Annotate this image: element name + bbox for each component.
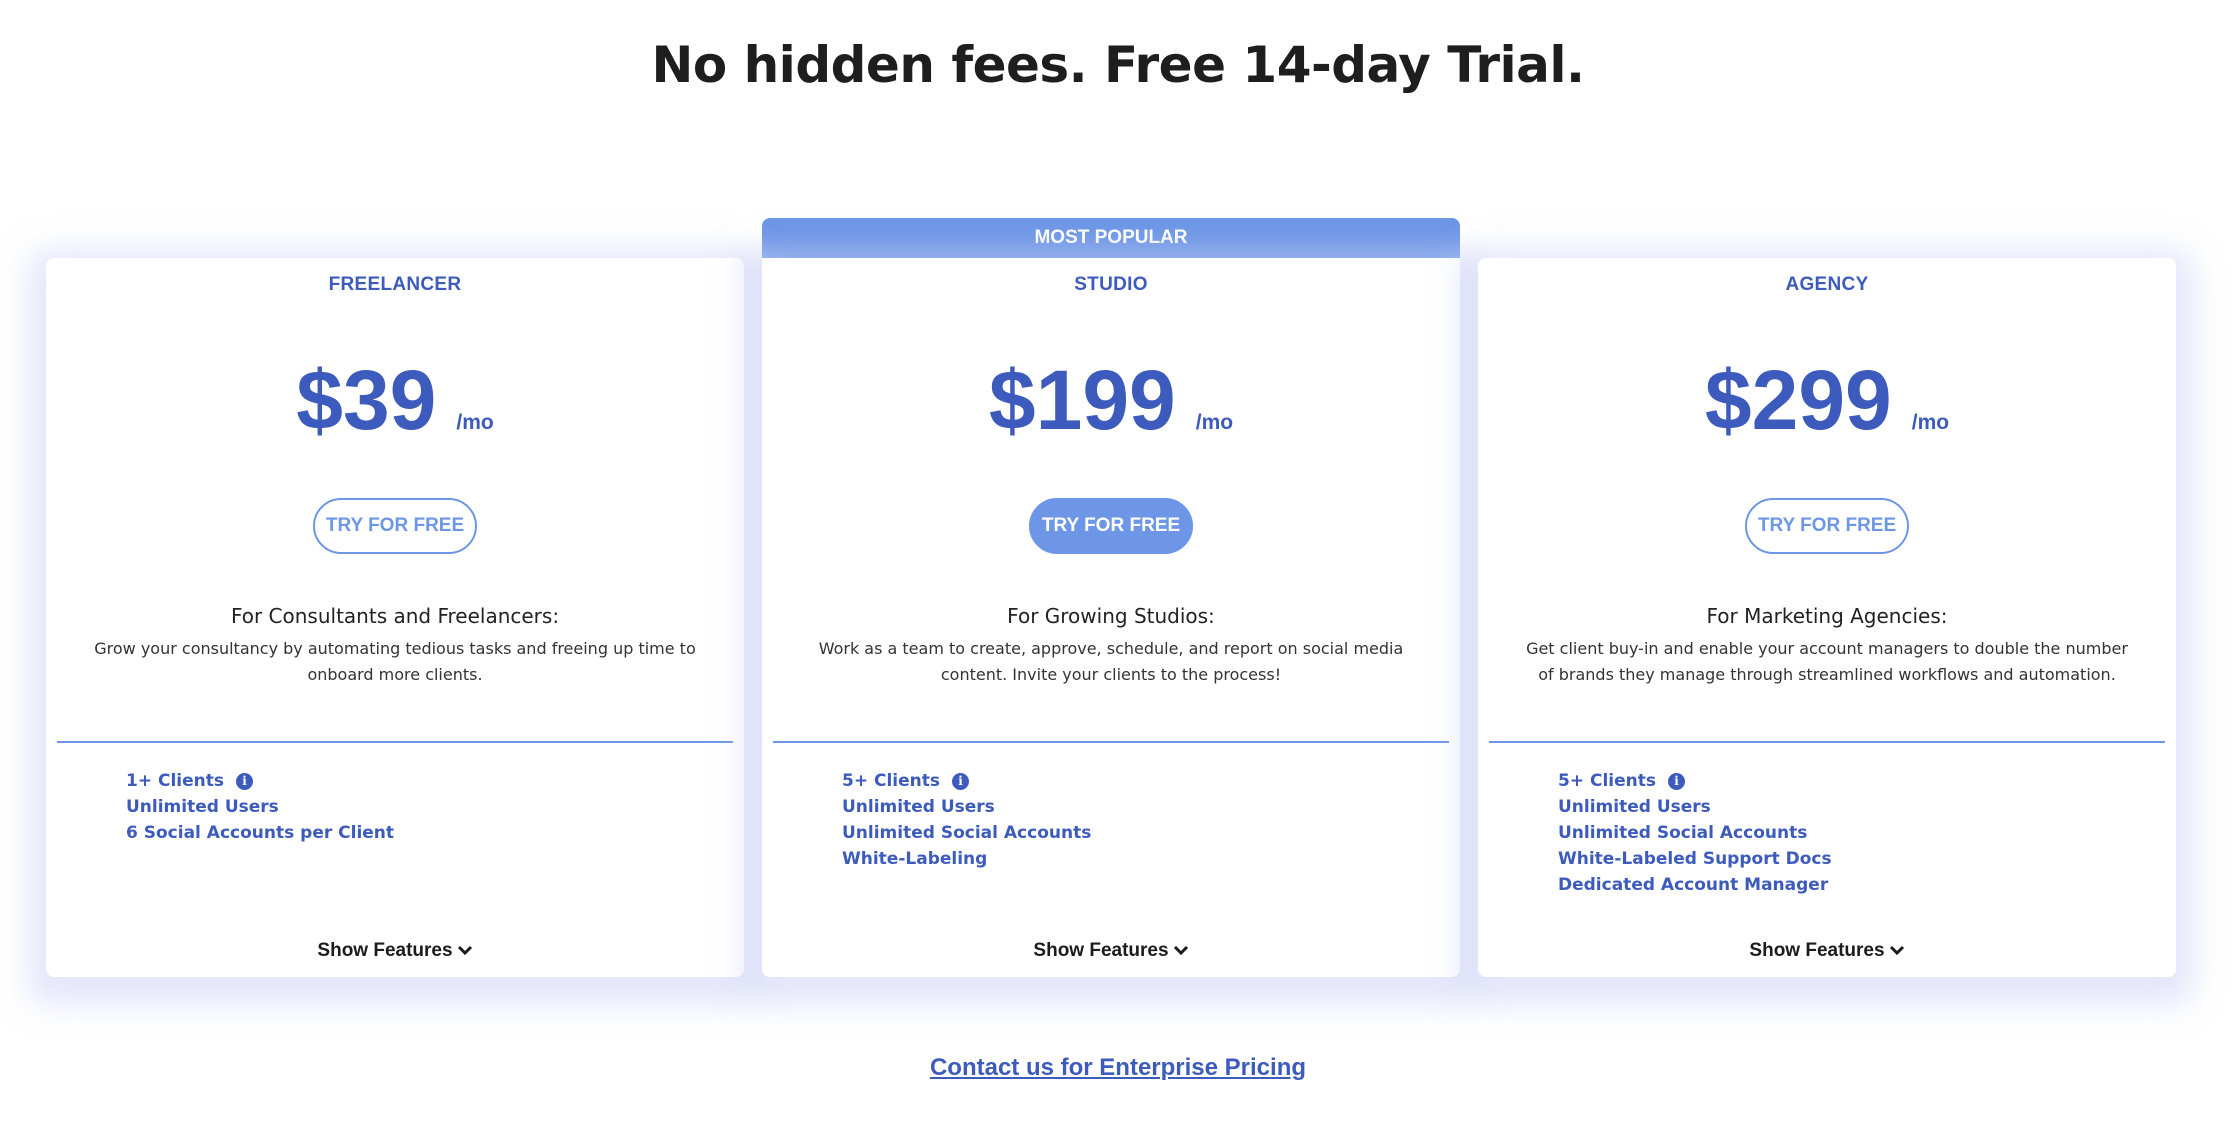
feature-list: 1+ Clients i Unlimited Users 6 Social Acc… xyxy=(126,768,394,846)
chevron-down-icon xyxy=(457,940,473,962)
feature-label: Unlimited Social Accounts xyxy=(1558,823,1808,843)
price-row: $39/mo xyxy=(46,350,744,450)
plan-name: FREELANCER xyxy=(328,274,462,295)
feature-label: Unlimited Users xyxy=(842,797,995,817)
plan-card-agency: AGENCY $299/mo TRY FOR FREE For Marketin… xyxy=(1478,258,2176,977)
show-features-toggle[interactable]: Show Features xyxy=(46,940,744,962)
plan-card-studio: STUDIO $199/mo TRY FOR FREE For Growing … xyxy=(762,258,1460,977)
feature-label: 5+ Clients xyxy=(842,771,940,791)
plan-price: $299 xyxy=(1704,353,1892,447)
divider xyxy=(773,741,1449,743)
enterprise-pricing-link[interactable]: Contact us for Enterprise Pricing xyxy=(930,1054,1306,1081)
feature-item: Unlimited Users xyxy=(1558,794,1832,820)
feature-label: White-Labeling xyxy=(842,849,988,869)
feature-list: 5+ Clients i Unlimited Users Unlimited So… xyxy=(1558,768,1832,898)
show-features-toggle[interactable]: Show Features xyxy=(762,940,1460,962)
page-title: No hidden fees. Free 14-day Trial. xyxy=(651,35,1585,94)
feature-item: 6 Social Accounts per Client xyxy=(126,820,394,846)
try-for-free-button[interactable]: TRY FOR FREE xyxy=(1745,498,1909,554)
divider xyxy=(1489,741,2165,743)
enterprise-contact: Contact us for Enterprise Pricing xyxy=(0,1054,2236,1082)
try-for-free-button[interactable]: TRY FOR FREE xyxy=(1029,498,1193,554)
feature-item: Unlimited Social Accounts xyxy=(842,820,1091,846)
feature-label: 1+ Clients xyxy=(126,771,224,791)
feature-item: White-Labeled Support Docs xyxy=(1558,846,1832,872)
feature-item: White-Labeling xyxy=(842,846,1091,872)
divider xyxy=(57,741,733,743)
feature-label: Unlimited Users xyxy=(1558,797,1711,817)
feature-label: White-Labeled Support Docs xyxy=(1558,849,1832,869)
plan-description-heading: For Consultants and Freelancers: xyxy=(230,604,560,628)
info-circle-icon[interactable]: i xyxy=(952,772,969,790)
show-features-label: Show Features xyxy=(1749,940,1885,962)
plan-price: $199 xyxy=(988,353,1176,447)
feature-list: 5+ Clients i Unlimited Users Unlimited So… xyxy=(842,768,1091,872)
price-period: /mo xyxy=(1195,411,1234,434)
feature-label: Unlimited Social Accounts xyxy=(842,823,1092,843)
plan-description-heading: For Marketing Agencies: xyxy=(1706,604,1948,628)
feature-item: Unlimited Users xyxy=(842,794,1091,820)
feature-label: Dedicated Account Manager xyxy=(1558,875,1829,895)
chevron-down-icon xyxy=(1173,940,1189,962)
feature-label: 6 Social Accounts per Client xyxy=(126,823,395,843)
feature-item: 5+ Clients i xyxy=(842,768,1091,794)
feature-item: Dedicated Account Manager xyxy=(1558,872,1832,898)
show-features-toggle[interactable]: Show Features xyxy=(1478,940,2176,962)
plan-description: Get client buy-in and enable your accoun… xyxy=(1526,639,2128,684)
price-row: $199/mo xyxy=(762,350,1460,450)
feature-item: 1+ Clients i xyxy=(126,768,394,794)
most-popular-banner: MOST POPULAR xyxy=(762,218,1460,258)
info-circle-icon[interactable]: i xyxy=(236,772,253,790)
info-circle-icon[interactable]: i xyxy=(1668,772,1685,790)
plan-description: Grow your consultancy by automating tedi… xyxy=(94,639,696,684)
price-row: $299/mo xyxy=(1478,350,2176,450)
plan-description: Work as a team to create, approve, sched… xyxy=(818,639,1404,684)
plan-card-freelancer: FREELANCER $39/mo TRY FOR FREE For Consu… xyxy=(46,258,744,977)
price-period: /mo xyxy=(1911,411,1950,434)
plan-name: STUDIO xyxy=(1074,274,1148,295)
feature-label: 5+ Clients xyxy=(1558,771,1656,791)
chevron-down-icon xyxy=(1889,940,1905,962)
try-for-free-button[interactable]: TRY FOR FREE xyxy=(313,498,477,554)
feature-item: Unlimited Users xyxy=(126,794,394,820)
plan-price: $39 xyxy=(296,353,437,447)
plan-name: AGENCY xyxy=(1785,274,1869,295)
price-period: /mo xyxy=(456,411,494,434)
show-features-label: Show Features xyxy=(317,940,453,962)
feature-item: 5+ Clients i xyxy=(1558,768,1832,794)
feature-item: Unlimited Social Accounts xyxy=(1558,820,1832,846)
plan-description-heading: For Growing Studios: xyxy=(1007,604,1215,628)
show-features-label: Show Features xyxy=(1033,940,1169,962)
feature-label: Unlimited Users xyxy=(126,797,279,817)
